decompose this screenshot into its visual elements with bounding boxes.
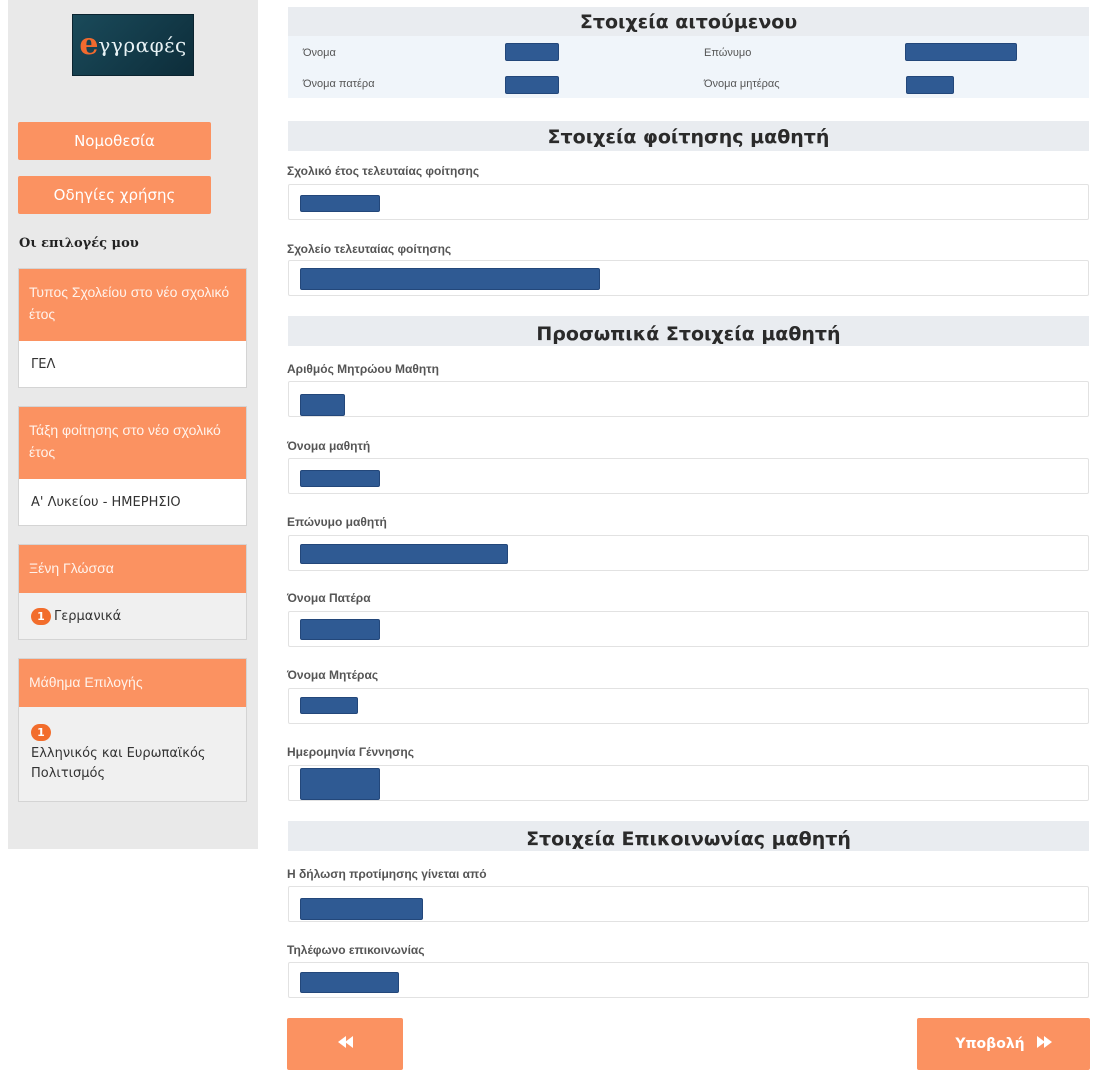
declaration-by-label: Η δήλωση προτίμησης γίνεται από [287, 867, 487, 881]
priority-badge: 1 [31, 724, 51, 741]
double-right-arrow-icon [1036, 1036, 1052, 1052]
double-left-arrow-icon [337, 1036, 353, 1052]
redacted-value [300, 544, 508, 564]
redacted-value [300, 768, 380, 800]
applicant-mother-name-label: Όνομα μητέρας [704, 78, 780, 90]
student-first-name-label: Όνομα μαθητή [287, 439, 371, 453]
instructions-button[interactable]: Οδηγίες χρήσης [18, 176, 211, 214]
mother-name-label: Όνομα Μητέρας [287, 668, 379, 682]
phone-field[interactable] [288, 962, 1089, 998]
applicant-first-name-label: Όνομα [303, 47, 336, 59]
legislation-button[interactable]: Νομοθεσία [18, 122, 211, 160]
redacted-value [300, 394, 345, 416]
last-year-label: Σχολικό έτος τελευταίας φοίτησης [287, 164, 480, 178]
registry-number-label: Αριθμός Μητρώου Μαθητη [287, 362, 439, 376]
applicant-last-name-label: Επώνυμο [704, 47, 752, 59]
my-choices-heading: Οι επιλογές μου [19, 236, 139, 251]
choice-card-class: Τάξη φοίτησης στο νέο σχολικό έτος Α' Λυ… [18, 406, 247, 526]
card-value: ΓΕΛ [19, 341, 246, 387]
choice-card-school-type: Τυπος Σχολείου στο νέο σχολικό έτος ΓΕΛ [18, 268, 247, 388]
card-value: Ελληνικός και Ευρωπαϊκός Πολιτισμός [31, 746, 206, 781]
card-title: Τάξη φοίτησης στο νέο σχολικό έτος [19, 407, 246, 479]
back-button[interactable] [287, 1018, 403, 1070]
logo-letter: e [79, 27, 99, 62]
redacted-value [505, 43, 559, 61]
redacted-value [300, 898, 423, 920]
redacted-value [300, 470, 380, 487]
card-value-row: 1 Ελληνικός και Ευρωπαϊκός Πολιτισμός [19, 707, 246, 801]
submit-button[interactable]: Υποβολή [917, 1018, 1090, 1070]
card-value: Γερμανικά [54, 608, 122, 624]
redacted-value [300, 195, 380, 212]
registry-number-field[interactable] [288, 381, 1089, 417]
redacted-value [300, 268, 600, 290]
card-title: Μάθημα Επιλογής [19, 659, 246, 707]
student-last-name-label: Επώνυμο μαθητή [287, 515, 387, 529]
redacted-value [300, 972, 399, 993]
card-title: Τυπος Σχολείου στο νέο σχολικό έτος [19, 269, 246, 341]
birthdate-field[interactable] [288, 765, 1089, 801]
choice-card-elective: Μάθημα Επιλογής 1 Ελληνικός και Ευρωπαϊκ… [18, 658, 247, 802]
father-name-field[interactable] [288, 611, 1089, 647]
choice-card-foreign-language: Ξένη Γλώσσα 1 Γερμανικά [18, 544, 247, 640]
priority-badge: 1 [31, 607, 51, 625]
card-value: Α' Λυκείου - ΗΜΕΡΗΣΙΟ [19, 479, 246, 525]
last-year-field[interactable] [288, 184, 1089, 220]
contact-section-title: Στοιχεία Επικοινωνίας μαθητή [288, 821, 1089, 851]
logo-text: γγραφές [98, 33, 187, 57]
father-name-label: Όνομα Πατέρα [287, 591, 371, 605]
applicant-section-title: Στοιχεία αιτούμενου [288, 7, 1089, 37]
redacted-value [505, 76, 559, 94]
submit-label: Υποβολή [955, 1036, 1025, 1052]
redacted-value [905, 43, 1017, 61]
phone-label: Τηλέφωνο επικοινωνίας [287, 943, 425, 957]
card-title: Ξένη Γλώσσα [19, 545, 246, 593]
attendance-section-title: Στοιχεία φοίτησης μαθητή [288, 121, 1089, 151]
sidebar: e γγραφές Νομοθεσία Οδηγίες χρήσης Οι επι… [8, 0, 258, 849]
eggrafes-logo[interactable]: e γγραφές [72, 14, 194, 76]
mother-name-field[interactable] [288, 688, 1089, 724]
redacted-value [300, 697, 358, 714]
redacted-value [906, 76, 954, 94]
personal-section-title: Προσωπικά Στοιχεία μαθητή [288, 316, 1089, 346]
card-value-row: 1 Γερμανικά [19, 593, 246, 639]
birthdate-label: Ημερομηνία Γέννησης [287, 745, 414, 759]
applicant-father-name-label: Όνομα πατέρα [303, 78, 375, 90]
student-first-name-field[interactable] [288, 458, 1089, 494]
redacted-value [300, 619, 380, 640]
last-school-label: Σχολείο τελευταίας φοίτησης [287, 242, 452, 256]
